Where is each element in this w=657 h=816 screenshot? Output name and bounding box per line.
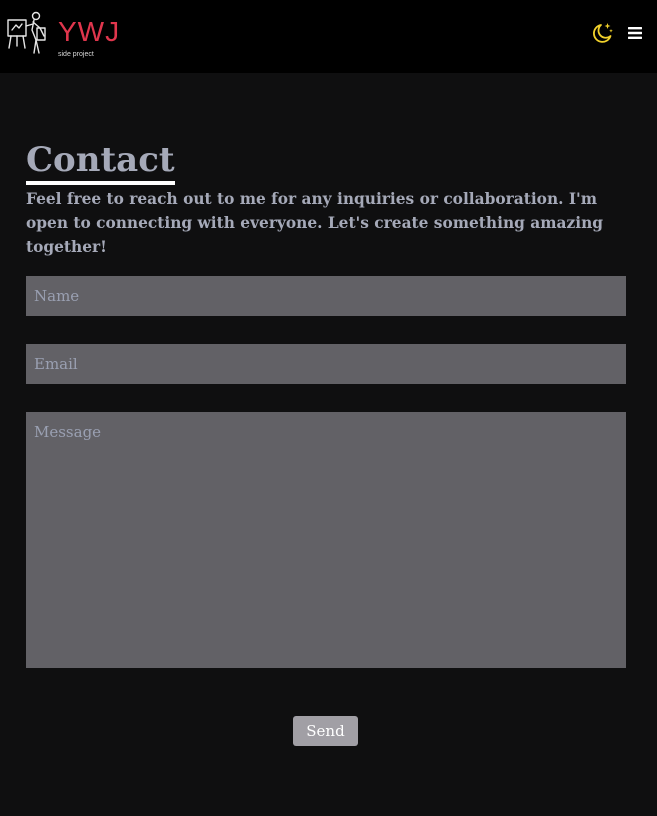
- hamburger-menu-icon: [628, 27, 642, 39]
- contact-intro-text: Feel free to reach out to me for any inq…: [26, 190, 604, 256]
- brand-name: YWJ: [58, 16, 121, 47]
- painter-easel-icon: [7, 11, 46, 54]
- send-button[interactable]: Send: [293, 716, 358, 746]
- name-input[interactable]: [26, 276, 626, 316]
- brand-tagline: side project: [58, 51, 94, 58]
- moon-stars-icon: [593, 23, 613, 43]
- theme-toggle-button[interactable]: [590, 21, 614, 45]
- menu-button[interactable]: [627, 25, 643, 41]
- contact-section: Contact Feel free to reach out to me for…: [0, 73, 657, 816]
- site-header: YWJ side project: [0, 0, 657, 73]
- site-logo-link[interactable]: YWJ side project: [6, 10, 126, 58]
- email-input[interactable]: [26, 344, 626, 384]
- message-textarea[interactable]: [26, 412, 626, 668]
- page-title: Contact: [26, 139, 175, 185]
